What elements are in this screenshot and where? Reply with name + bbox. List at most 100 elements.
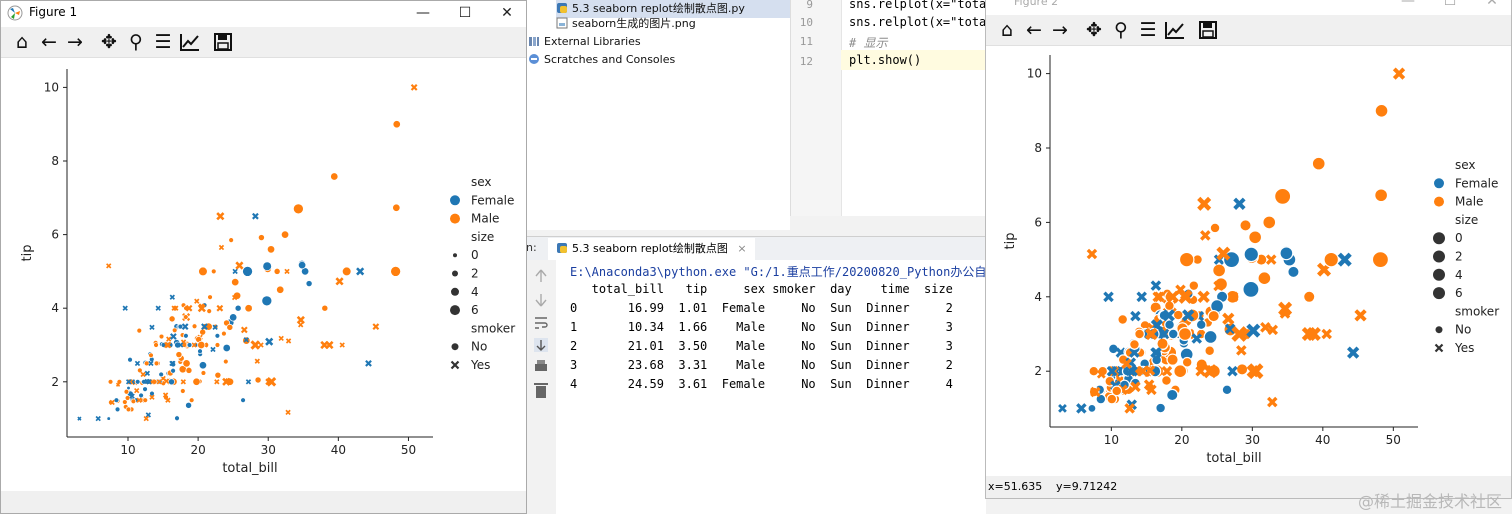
data-point xyxy=(280,230,290,239)
figure-1-titlebar[interactable]: Figure 1 — ☐ ✕ xyxy=(1,1,526,25)
figure-2-window[interactable]: Figure 2 — ☐ ✕ ⌂ ← → ✥ ⚲ ☰ 10 20 30 40 50 2 4 6… xyxy=(985,0,1512,499)
data-point xyxy=(1303,290,1316,303)
legend-title-smoker: smoker xyxy=(471,321,515,335)
data-point xyxy=(214,333,221,339)
legend-marker xyxy=(450,213,460,224)
data-point xyxy=(254,376,262,384)
code-line: sns.relplot(x="tota xyxy=(849,0,987,11)
figure-1-statusbar xyxy=(1,491,526,513)
home-icon[interactable]: ⌂ xyxy=(10,30,34,54)
maximize-button[interactable]: ☐ xyxy=(1434,0,1466,11)
legend-title-size: size xyxy=(1455,213,1478,227)
back-arrow-icon[interactable]: ← xyxy=(1022,18,1046,42)
data-point xyxy=(144,370,151,377)
figure-1-window[interactable]: Figure 1 — ☐ ✕ ⌂ ← → ✥ ⚲ ☰ 10 20 30 40 50 2 4 6… xyxy=(0,0,527,514)
data-point xyxy=(153,342,159,348)
data-point xyxy=(107,379,114,385)
legend-label: 0 xyxy=(1455,231,1463,245)
forward-arrow-icon[interactable]: → xyxy=(63,30,87,54)
soft-wrap-icon[interactable] xyxy=(535,317,548,329)
minimize-button[interactable]: — xyxy=(1392,0,1424,11)
y-tick-label: 6 xyxy=(51,228,59,242)
data-point xyxy=(1222,312,1235,325)
forward-arrow-icon[interactable]: → xyxy=(1048,18,1072,42)
save-icon[interactable] xyxy=(1196,18,1220,42)
console-output[interactable]: E:\Anaconda3\python.exe "G:/1.重点工作/20200… xyxy=(556,260,998,514)
down-arrow-icon[interactable] xyxy=(535,294,547,307)
x-marker-stroke xyxy=(356,267,365,276)
data-point xyxy=(1279,246,1294,261)
x-marker-stroke xyxy=(1103,291,1114,303)
x-marker-stroke xyxy=(1086,248,1098,260)
zoom-icon[interactable]: ⚲ xyxy=(1109,18,1133,42)
data-point xyxy=(170,367,176,374)
save-icon[interactable] xyxy=(211,30,235,54)
data-point xyxy=(1212,263,1227,278)
data-point xyxy=(1103,291,1114,303)
pan-icon[interactable]: ✥ xyxy=(97,30,121,54)
run-tab[interactable]: 5.3 seaborn replot绘制散点图 × xyxy=(548,238,755,262)
data-point xyxy=(197,348,203,355)
data-point xyxy=(199,328,207,336)
legend-label: 0 xyxy=(471,248,479,262)
x-marker-stroke xyxy=(254,358,260,364)
data-point xyxy=(1233,197,1246,210)
trash-icon[interactable] xyxy=(534,383,548,398)
data-point xyxy=(1136,291,1147,303)
tree-item-image[interactable]: seaborn生成的图片.png xyxy=(556,15,696,33)
x-marker-stroke xyxy=(1267,396,1278,408)
data-point xyxy=(276,285,285,294)
edit-axis-icon[interactable] xyxy=(178,30,202,54)
x-marker-stroke xyxy=(1161,365,1173,377)
rerun-up-icon[interactable] xyxy=(535,269,547,282)
configure-subplots-icon[interactable]: ☰ xyxy=(1136,18,1160,42)
zoom-icon[interactable]: ⚲ xyxy=(124,30,148,54)
data-point xyxy=(240,397,246,403)
data-point xyxy=(1150,280,1162,291)
legend-label: Male xyxy=(471,212,499,226)
configure-subplots-icon[interactable]: ☰ xyxy=(151,30,175,54)
scatter-plot-1[interactable]: 10 20 30 40 50246810total_billtipsexFemaleMa… xyxy=(1,57,526,491)
minimize-button[interactable]: — xyxy=(407,3,439,23)
scatter-plot-2[interactable]: 10 20 30 40 50246810total_billtipsexFemaleMa… xyxy=(986,45,1511,479)
figure-2-titlebar[interactable]: Figure 2 — ☐ ✕ xyxy=(986,0,1511,9)
code-editor[interactable]: 9 10 11 12 sns.relplot(x="tota sns.relpl… xyxy=(790,0,987,216)
x-marker-stroke xyxy=(166,336,172,342)
legend-marker xyxy=(451,287,459,296)
data-point xyxy=(175,351,183,358)
x-marker-stroke xyxy=(285,338,292,344)
data-point xyxy=(182,314,189,320)
data-point xyxy=(1374,188,1389,203)
home-icon[interactable]: ⌂ xyxy=(995,18,1019,42)
data-point xyxy=(158,333,165,340)
print-icon[interactable] xyxy=(535,360,547,371)
data-point xyxy=(1161,365,1173,377)
pan-icon[interactable]: ✥ xyxy=(1082,18,1106,42)
maximize-button[interactable]: ☐ xyxy=(449,3,481,23)
data-point xyxy=(1058,404,1067,413)
x-marker-stroke xyxy=(1337,252,1352,267)
x-marker-stroke xyxy=(216,212,225,221)
console-table-row: 1 10.34 1.66 Male No Sun Dinner 3 xyxy=(570,320,953,334)
close-button[interactable]: ✕ xyxy=(491,3,523,23)
data-point xyxy=(1346,346,1360,359)
image-file-icon xyxy=(556,17,568,29)
x-marker-stroke xyxy=(1236,345,1247,356)
data-point xyxy=(210,346,216,353)
data-point xyxy=(166,336,172,342)
close-tab-icon[interactable]: × xyxy=(737,242,746,255)
back-arrow-icon[interactable]: ← xyxy=(37,30,61,54)
legend-marker xyxy=(450,360,460,370)
close-button[interactable]: ✕ xyxy=(1476,0,1508,11)
edit-axis-icon[interactable] xyxy=(1163,18,1187,42)
data-point xyxy=(285,338,292,344)
x-marker-stroke xyxy=(284,268,290,275)
data-point xyxy=(168,315,176,323)
x-marker-stroke xyxy=(216,304,224,312)
tree-item-external-libraries[interactable]: External Libraries xyxy=(528,33,641,51)
data-point xyxy=(115,382,121,387)
x-marker-stroke xyxy=(232,268,238,275)
legend-label: 4 xyxy=(471,285,479,299)
scroll-to-end-icon[interactable] xyxy=(534,338,548,352)
tree-item-scratches[interactable]: Scratches and Consoles xyxy=(528,51,675,69)
